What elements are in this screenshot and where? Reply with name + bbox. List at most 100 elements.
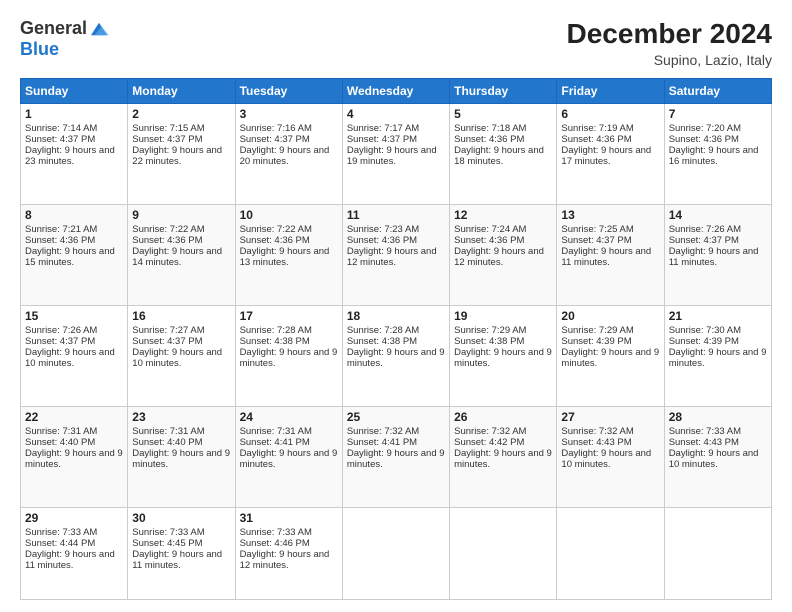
header-saturday: Saturday: [664, 79, 771, 104]
header-sunday: Sunday: [21, 79, 128, 104]
sunset-label: Sunset: 4:36 PM: [561, 134, 631, 145]
day-number: 6: [561, 107, 659, 121]
calendar-cell: 8 Sunrise: 7:21 AM Sunset: 4:36 PM Dayli…: [21, 205, 128, 306]
daylight-label: Daylight: 9 hours and 14 minutes.: [132, 246, 222, 268]
day-number: 12: [454, 208, 552, 222]
sunset-label: Sunset: 4:41 PM: [240, 437, 310, 448]
calendar-cell: 28 Sunrise: 7:33 AM Sunset: 4:43 PM Dayl…: [664, 407, 771, 508]
sunset-label: Sunset: 4:36 PM: [132, 235, 202, 246]
daylight-label: Daylight: 9 hours and 20 minutes.: [240, 145, 330, 167]
sunset-label: Sunset: 4:44 PM: [25, 538, 95, 549]
location-subtitle: Supino, Lazio, Italy: [567, 52, 772, 68]
daylight-label: Daylight: 9 hours and 18 minutes.: [454, 145, 544, 167]
sunrise-label: Sunrise: 7:30 AM: [669, 325, 741, 336]
daylight-label: Daylight: 9 hours and 9 minutes.: [240, 347, 338, 369]
calendar-cell: 9 Sunrise: 7:22 AM Sunset: 4:36 PM Dayli…: [128, 205, 235, 306]
calendar-week-1: 1 Sunrise: 7:14 AM Sunset: 4:37 PM Dayli…: [21, 104, 772, 205]
calendar-cell: 13 Sunrise: 7:25 AM Sunset: 4:37 PM Dayl…: [557, 205, 664, 306]
sunrise-label: Sunrise: 7:33 AM: [240, 527, 312, 538]
day-number: 10: [240, 208, 338, 222]
daylight-label: Daylight: 9 hours and 9 minutes.: [347, 347, 445, 369]
day-number: 9: [132, 208, 230, 222]
calendar-cell: 22 Sunrise: 7:31 AM Sunset: 4:40 PM Dayl…: [21, 407, 128, 508]
sunrise-label: Sunrise: 7:28 AM: [347, 325, 419, 336]
sunset-label: Sunset: 4:45 PM: [132, 538, 202, 549]
sunset-label: Sunset: 4:36 PM: [454, 235, 524, 246]
sunset-label: Sunset: 4:39 PM: [561, 336, 631, 347]
sunrise-label: Sunrise: 7:26 AM: [25, 325, 97, 336]
daylight-label: Daylight: 9 hours and 11 minutes.: [25, 549, 115, 571]
calendar-cell: 30 Sunrise: 7:33 AM Sunset: 4:45 PM Dayl…: [128, 508, 235, 600]
day-number: 11: [347, 208, 445, 222]
day-number: 1: [25, 107, 123, 121]
day-number: 20: [561, 309, 659, 323]
daylight-label: Daylight: 9 hours and 9 minutes.: [454, 347, 552, 369]
sunrise-label: Sunrise: 7:26 AM: [669, 224, 741, 235]
calendar-week-5: 29 Sunrise: 7:33 AM Sunset: 4:44 PM Dayl…: [21, 508, 772, 600]
calendar-cell: [342, 508, 449, 600]
day-number: 13: [561, 208, 659, 222]
day-number: 8: [25, 208, 123, 222]
daylight-label: Daylight: 9 hours and 15 minutes.: [25, 246, 115, 268]
sunset-label: Sunset: 4:36 PM: [25, 235, 95, 246]
daylight-label: Daylight: 9 hours and 19 minutes.: [347, 145, 437, 167]
day-number: 18: [347, 309, 445, 323]
calendar-cell: 23 Sunrise: 7:31 AM Sunset: 4:40 PM Dayl…: [128, 407, 235, 508]
sunrise-label: Sunrise: 7:27 AM: [132, 325, 204, 336]
sunset-label: Sunset: 4:46 PM: [240, 538, 310, 549]
calendar-cell: 12 Sunrise: 7:24 AM Sunset: 4:36 PM Dayl…: [450, 205, 557, 306]
sunset-label: Sunset: 4:36 PM: [669, 134, 739, 145]
daylight-label: Daylight: 9 hours and 22 minutes.: [132, 145, 222, 167]
sunrise-label: Sunrise: 7:33 AM: [25, 527, 97, 538]
calendar-cell: 4 Sunrise: 7:17 AM Sunset: 4:37 PM Dayli…: [342, 104, 449, 205]
calendar-cell: 15 Sunrise: 7:26 AM Sunset: 4:37 PM Dayl…: [21, 306, 128, 407]
daylight-label: Daylight: 9 hours and 23 minutes.: [25, 145, 115, 167]
day-number: 28: [669, 410, 767, 424]
sunset-label: Sunset: 4:43 PM: [561, 437, 631, 448]
sunset-label: Sunset: 4:36 PM: [454, 134, 524, 145]
daylight-label: Daylight: 9 hours and 17 minutes.: [561, 145, 651, 167]
sunrise-label: Sunrise: 7:16 AM: [240, 123, 312, 134]
sunset-label: Sunset: 4:41 PM: [347, 437, 417, 448]
calendar-cell: 6 Sunrise: 7:19 AM Sunset: 4:36 PM Dayli…: [557, 104, 664, 205]
daylight-label: Daylight: 9 hours and 10 minutes.: [132, 347, 222, 369]
sunset-label: Sunset: 4:37 PM: [25, 336, 95, 347]
day-number: 16: [132, 309, 230, 323]
sunrise-label: Sunrise: 7:32 AM: [454, 426, 526, 437]
calendar-cell: [664, 508, 771, 600]
sunset-label: Sunset: 4:37 PM: [240, 134, 310, 145]
calendar-cell: 20 Sunrise: 7:29 AM Sunset: 4:39 PM Dayl…: [557, 306, 664, 407]
calendar-cell: [557, 508, 664, 600]
day-number: 26: [454, 410, 552, 424]
calendar-cell: 25 Sunrise: 7:32 AM Sunset: 4:41 PM Dayl…: [342, 407, 449, 508]
sunrise-label: Sunrise: 7:18 AM: [454, 123, 526, 134]
title-block: December 2024 Supino, Lazio, Italy: [567, 18, 772, 68]
daylight-label: Daylight: 9 hours and 13 minutes.: [240, 246, 330, 268]
calendar-cell: 5 Sunrise: 7:18 AM Sunset: 4:36 PM Dayli…: [450, 104, 557, 205]
header-monday: Monday: [128, 79, 235, 104]
header: General Blue December 2024 Supino, Lazio…: [20, 18, 772, 68]
sunset-label: Sunset: 4:37 PM: [347, 134, 417, 145]
sunset-label: Sunset: 4:38 PM: [347, 336, 417, 347]
daylight-label: Daylight: 9 hours and 12 minutes.: [240, 549, 330, 571]
sunrise-label: Sunrise: 7:29 AM: [561, 325, 633, 336]
daylight-label: Daylight: 9 hours and 16 minutes.: [669, 145, 759, 167]
logo-general-text: General: [20, 18, 87, 39]
day-number: 14: [669, 208, 767, 222]
day-number: 2: [132, 107, 230, 121]
sunrise-label: Sunrise: 7:32 AM: [347, 426, 419, 437]
daylight-label: Daylight: 9 hours and 9 minutes.: [132, 448, 230, 470]
header-friday: Friday: [557, 79, 664, 104]
calendar-week-2: 8 Sunrise: 7:21 AM Sunset: 4:36 PM Dayli…: [21, 205, 772, 306]
calendar-cell: 2 Sunrise: 7:15 AM Sunset: 4:37 PM Dayli…: [128, 104, 235, 205]
page: General Blue December 2024 Supino, Lazio…: [0, 0, 792, 612]
daylight-label: Daylight: 9 hours and 9 minutes.: [669, 347, 767, 369]
sunset-label: Sunset: 4:38 PM: [454, 336, 524, 347]
daylight-label: Daylight: 9 hours and 11 minutes.: [669, 246, 759, 268]
sunrise-label: Sunrise: 7:24 AM: [454, 224, 526, 235]
header-wednesday: Wednesday: [342, 79, 449, 104]
sunset-label: Sunset: 4:43 PM: [669, 437, 739, 448]
day-number: 29: [25, 511, 123, 525]
calendar-cell: 29 Sunrise: 7:33 AM Sunset: 4:44 PM Dayl…: [21, 508, 128, 600]
month-title: December 2024: [567, 18, 772, 50]
